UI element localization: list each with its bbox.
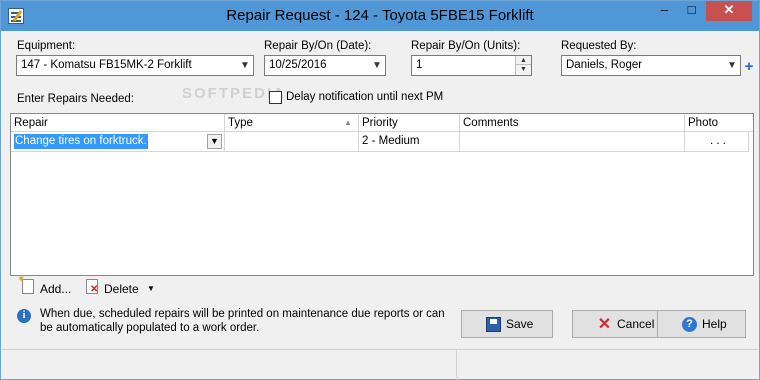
requested-by-label: Requested By: — [561, 40, 637, 52]
repair-by-date-label: Repair By/On (Date): — [264, 40, 372, 52]
column-header-priority[interactable]: Priority — [359, 114, 460, 132]
delay-notification-label[interactable]: Delay notification until next PM — [286, 91, 443, 103]
minimize-button[interactable]: – — [651, 1, 678, 21]
maximize-button[interactable]: □ — [678, 1, 705, 21]
help-button[interactable]: ? Help — [657, 310, 746, 338]
units-spin-buttons[interactable]: ▲ ▼ — [515, 56, 531, 75]
dropdown-arrow-icon[interactable]: ▼ — [726, 59, 738, 72]
dropdown-arrow-icon[interactable]: ▼ — [207, 134, 222, 149]
add-icon[interactable] — [17, 274, 34, 294]
cancel-button-label: Cancel — [617, 317, 655, 331]
close-button[interactable]: ✕ — [706, 1, 752, 21]
column-header-type[interactable]: Type ▲ — [225, 114, 359, 132]
info-message: When due, scheduled repairs will be prin… — [40, 308, 445, 334]
repair-by-date-value: 10/25/2016 — [269, 59, 327, 71]
sort-icon: ▲ — [344, 118, 352, 127]
window-title: Repair Request - 124 - Toyota 5FBE15 For… — [226, 7, 534, 24]
equipment-label: Equipment: — [17, 40, 76, 52]
status-divider — [456, 350, 457, 380]
column-header-repair[interactable]: Repair — [11, 114, 225, 132]
enter-repairs-label: Enter Repairs Needed: — [17, 93, 134, 105]
photo-cell[interactable]: . . . — [685, 132, 749, 152]
info-icon: i — [17, 309, 31, 323]
cancel-icon: ✕ — [597, 316, 612, 333]
equipment-value: 147 - Komatsu FB15MK-2 Forklift — [21, 59, 192, 71]
repair-request-window: Repair Request - 124 - Toyota 5FBE15 For… — [0, 0, 760, 380]
save-button[interactable]: Save — [461, 310, 553, 338]
priority-cell[interactable]: 2 - Medium — [359, 132, 460, 152]
repair-by-date-picker[interactable]: 10/25/2016 ▼ — [264, 55, 386, 76]
column-header-comments[interactable]: Comments — [460, 114, 685, 132]
repair-by-units-label: Repair By/On (Units): — [411, 40, 521, 52]
status-bar — [2, 349, 758, 380]
equipment-combobox[interactable]: 147 - Komatsu FB15MK-2 Forklift ▼ — [16, 55, 254, 76]
spin-down-icon[interactable]: ▼ — [516, 65, 531, 74]
dialog-content: SOFTPEDIA Equipment: 147 - Komatsu FB15M… — [2, 31, 758, 380]
type-cell[interactable] — [225, 132, 359, 152]
comments-cell[interactable] — [460, 132, 685, 152]
grid-header: Repair Type ▲ Priority Comments Photo — [11, 114, 753, 132]
spin-up-icon[interactable]: ▲ — [516, 56, 531, 65]
repair-cell-value: Change tires on forktruck. — [14, 134, 148, 149]
add-button[interactable]: Add... — [40, 280, 71, 298]
repair-cell[interactable]: Change tires on forktruck. ▼ — [11, 132, 225, 152]
save-button-label: Save — [506, 317, 534, 331]
column-header-photo[interactable]: Photo — [685, 114, 753, 132]
requested-by-combobox[interactable]: Daniels, Roger ▼ — [561, 55, 741, 76]
repair-by-units-value: 1 — [416, 59, 423, 71]
cancel-button[interactable]: ✕ Cancel — [572, 310, 664, 338]
dropdown-arrow-icon[interactable]: ▼ — [239, 59, 251, 72]
save-icon — [486, 317, 501, 332]
help-icon: ? — [682, 317, 697, 332]
delete-dropdown-icon[interactable]: ▼ — [147, 284, 155, 293]
dropdown-arrow-icon[interactable]: ▼ — [371, 59, 383, 72]
repair-by-units-spinner[interactable]: 1 ▲ ▼ — [411, 55, 532, 76]
grid-toolbar: Add... Delete ▼ — [10, 274, 754, 301]
delay-notification-checkbox[interactable] — [269, 91, 282, 104]
add-user-icon[interactable]: + — [742, 59, 756, 74]
delete-icon[interactable] — [86, 279, 98, 295]
help-button-label: Help — [702, 317, 727, 331]
column-header-type-label: Type — [228, 117, 253, 129]
repairs-grid[interactable]: Repair Type ▲ Priority Comments Photo Ch… — [10, 113, 754, 276]
title-bar[interactable]: Repair Request - 124 - Toyota 5FBE15 For… — [1, 1, 759, 31]
delete-button[interactable]: Delete — [104, 280, 139, 298]
table-row[interactable]: Change tires on forktruck. ▼ 2 - Medium … — [11, 132, 753, 152]
requested-by-value: Daniels, Roger — [566, 59, 643, 71]
